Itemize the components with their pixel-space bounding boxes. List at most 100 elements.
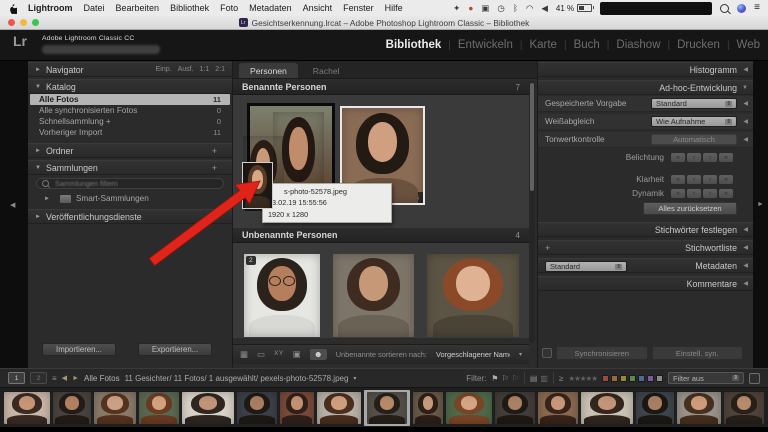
zoom-window-button[interactable] xyxy=(32,19,39,26)
bluetooth-icon[interactable]: ᛒ xyxy=(513,4,518,13)
main-window-button[interactable]: 1 xyxy=(8,372,25,384)
unnamed-person-thumb[interactable] xyxy=(427,254,519,337)
menu-ansicht[interactable]: Ansicht xyxy=(303,3,333,13)
filmstrip-thumb[interactable] xyxy=(4,392,50,424)
menu-bibliothek[interactable]: Bibliothek xyxy=(170,3,209,13)
compare-view-icon[interactable]: XY xyxy=(274,351,284,358)
filmstrip-thumb[interactable] xyxy=(413,392,443,424)
stepper-button[interactable]: « xyxy=(671,175,685,184)
color-label-chip[interactable] xyxy=(656,375,663,382)
rating-operator[interactable]: ≥ xyxy=(559,374,563,383)
sort-value-dropdown[interactable]: Vorgeschlagener Name xyxy=(436,350,510,359)
synchronize-button[interactable]: Synchronisieren xyxy=(556,346,648,360)
stepper-button[interactable]: « xyxy=(671,153,685,162)
color-label-chip[interactable] xyxy=(638,375,645,382)
filmstrip-thumb[interactable] xyxy=(538,392,578,424)
filmstrip-thumb[interactable] xyxy=(677,392,721,424)
smart-collections-row[interactable]: ► Smart-Sammlungen xyxy=(44,194,149,203)
white-balance-dropdown[interactable]: Wie Aufnahme ⇕ xyxy=(651,116,737,127)
katalog-header[interactable]: ▼ Katalog xyxy=(28,79,232,94)
katalog-item[interactable]: Schnellsammlung +0 xyxy=(30,116,230,127)
people-view-icon[interactable]: ☻ xyxy=(310,349,327,360)
filmstrip-thumb[interactable] xyxy=(280,392,314,424)
filmstrip-thumb[interactable] xyxy=(94,392,136,424)
metadata-preset-dropdown[interactable]: Standard ⇕ xyxy=(545,261,627,272)
flag-reject-icon[interactable]: ⚐ xyxy=(512,374,519,383)
display-icon[interactable]: ▣ xyxy=(481,4,489,13)
menu-lightroom[interactable]: Lightroom xyxy=(28,3,73,13)
color-label-chip[interactable] xyxy=(647,375,654,382)
collection-search-field[interactable] xyxy=(36,178,224,189)
flag-unflagged-icon[interactable]: ⚐ xyxy=(501,374,508,383)
publish-services-header[interactable]: ► Veröffentlichungsdienste xyxy=(28,209,232,224)
filmstrip-thumb[interactable] xyxy=(53,392,91,424)
filmstrip-thumb[interactable] xyxy=(636,392,674,424)
back-arrow-icon[interactable]: ◀ xyxy=(62,374,67,382)
color-label-chip[interactable] xyxy=(602,375,609,382)
filmstrip-thumb[interactable] xyxy=(495,392,535,424)
add-collection-icon[interactable]: + xyxy=(212,163,217,173)
minimize-window-button[interactable] xyxy=(20,19,27,26)
auto-tone-button[interactable]: Automatisch xyxy=(651,134,737,145)
unnamed-people-header[interactable]: Unbenannte Personen 4 xyxy=(233,228,529,243)
sort-caret-icon[interactable]: ▾ xyxy=(519,351,522,358)
filmstrip-thumb[interactable] xyxy=(367,392,407,424)
import-button[interactable]: Importieren... xyxy=(42,343,116,356)
metadata-header[interactable]: Standard ⇕ Metadaten ◀ xyxy=(538,258,753,273)
record-dot-icon[interactable]: ● xyxy=(468,4,473,13)
menu-metadaten[interactable]: Metadaten xyxy=(249,3,292,13)
module-bibliothek[interactable]: Bibliothek xyxy=(386,39,442,51)
forward-arrow-icon[interactable]: ► xyxy=(72,375,79,382)
stepper-button[interactable]: » xyxy=(719,175,733,184)
menu-hilfe[interactable]: Hilfe xyxy=(385,3,403,13)
color-label-chip[interactable] xyxy=(620,375,627,382)
module-buch[interactable]: Buch xyxy=(574,39,600,51)
stepper-button[interactable]: » xyxy=(719,189,733,198)
stepper-button[interactable]: ‹ xyxy=(687,175,701,184)
flag-pick-icon[interactable]: ⚑ xyxy=(491,374,498,383)
attr-edited-icon[interactable]: ▤ xyxy=(530,374,538,383)
wifi-icon[interactable]: ◠ xyxy=(526,4,533,13)
sync-settings-button[interactable]: Einstell. syn. xyxy=(652,346,744,360)
module-drucken[interactable]: Drucken xyxy=(677,39,720,51)
comments-header[interactable]: Kommentare ◀ xyxy=(538,276,753,291)
scrollbar-thumb[interactable] xyxy=(530,83,534,191)
module-karte[interactable]: Karte xyxy=(529,39,557,51)
reset-all-button[interactable]: Alles zurücksetzen xyxy=(643,202,737,215)
filmstrip-thumb[interactable] xyxy=(317,392,361,424)
spotlight-search-icon[interactable] xyxy=(720,4,729,13)
add-folder-icon[interactable]: + xyxy=(212,146,217,156)
stepper-button[interactable]: › xyxy=(703,189,717,198)
stepper-button[interactable]: » xyxy=(719,153,733,162)
stepper-button[interactable]: « xyxy=(671,189,685,198)
unnamed-person-thumb[interactable] xyxy=(333,254,414,337)
filmstrip-thumb[interactable] xyxy=(139,392,179,424)
ordner-header[interactable]: ► Ordner + xyxy=(28,143,232,158)
collapse-left-panel-icon[interactable]: ◀ xyxy=(10,201,15,209)
loupe-view-icon[interactable]: ▭ xyxy=(257,350,265,359)
keyword-list-header[interactable]: + Stichwortliste ◀ xyxy=(538,240,753,255)
tab-rachel[interactable]: Rachel xyxy=(302,63,351,78)
filmstrip-thumb[interactable] xyxy=(446,392,492,424)
module-entwickeln[interactable]: Entwickeln xyxy=(458,39,513,51)
collection-search-input[interactable] xyxy=(53,178,218,189)
source-caret-icon[interactable]: ▾ xyxy=(353,375,356,382)
dragged-face-thumbnail[interactable] xyxy=(242,162,273,209)
unnamed-person-thumb[interactable]: 2 xyxy=(244,254,320,337)
tab-personen[interactable]: Personen xyxy=(239,63,298,78)
battery-indicator[interactable]: 41 % xyxy=(556,4,592,13)
source-label[interactable]: Alle Fotos xyxy=(84,374,120,383)
stepper-button[interactable]: ‹ xyxy=(687,153,701,162)
module-diashow[interactable]: Diashow xyxy=(616,39,660,51)
add-keyword-icon[interactable]: + xyxy=(545,243,550,253)
navigator-zoom-option[interactable]: 1:1 xyxy=(200,66,210,73)
keywording-header[interactable]: Stichwörter festlegen ◀ xyxy=(538,222,753,237)
attr-unedited-icon[interactable]: ▥ xyxy=(540,374,548,383)
stepper-button[interactable]: › xyxy=(703,153,717,162)
collapse-right-panel-icon[interactable]: ► xyxy=(757,201,764,208)
saved-preset-dropdown[interactable]: Standard ⇕ xyxy=(651,98,737,109)
filter-switch[interactable] xyxy=(749,373,760,384)
filmstrip-thumb[interactable] xyxy=(724,392,764,424)
star-icon[interactable]: ★ xyxy=(591,374,597,383)
apple-menu-icon[interactable] xyxy=(8,3,17,14)
